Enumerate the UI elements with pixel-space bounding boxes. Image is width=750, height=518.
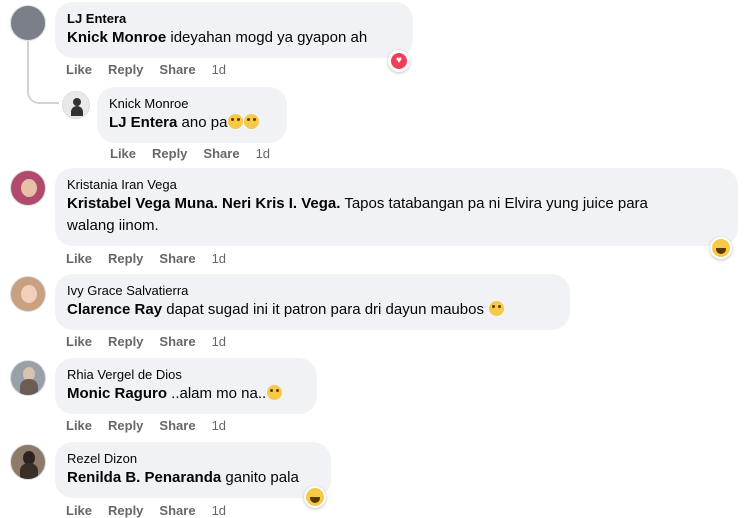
timestamp[interactable]: 1d	[212, 251, 226, 266]
mention-link[interactable]: Clarence Ray	[67, 301, 162, 318]
mention-link[interactable]: Renilda B. Penaranda	[67, 469, 221, 486]
like-button[interactable]: Like	[66, 251, 92, 266]
rofl-face-icon	[489, 301, 505, 316]
like-button[interactable]: Like	[66, 418, 92, 433]
timestamp[interactable]: 1d	[256, 146, 270, 161]
reply-button[interactable]: Reply	[108, 62, 143, 77]
comment-actions: Like Reply Share 1d	[66, 503, 226, 518]
share-button[interactable]: Share	[159, 251, 195, 266]
squinting-face-icon	[228, 114, 244, 129]
timestamp[interactable]: 1d	[212, 418, 226, 433]
timestamp[interactable]: 1d	[212, 62, 226, 77]
share-button[interactable]: Share	[159, 503, 195, 518]
like-button[interactable]: Like	[66, 334, 92, 349]
heart-icon[interactable]: ♥	[388, 50, 410, 72]
share-button[interactable]: Share	[203, 146, 239, 161]
like-button[interactable]: Like	[66, 62, 92, 77]
avatar[interactable]	[10, 276, 46, 312]
avatar[interactable]	[10, 5, 46, 41]
comment-text: Knick Monroe ideyahan mogd ya gyapon ah	[67, 29, 368, 46]
comment-text: Kristabel Vega Muna. Neri Kris I. Vega. …	[67, 195, 648, 212]
comment-author[interactable]: Knick Monroe	[109, 95, 275, 112]
reply-button[interactable]: Reply	[108, 503, 143, 518]
mention-link[interactable]: Knick Monroe	[67, 29, 166, 46]
share-button[interactable]: Share	[159, 418, 195, 433]
mention-link[interactable]: LJ Entera	[109, 114, 177, 131]
comment-author[interactable]: LJ Entera	[67, 10, 401, 27]
comment-bubble: Knick Monroe LJ Entera ano pa	[97, 87, 287, 143]
comment-actions: Like Reply Share 1d	[110, 146, 270, 161]
smirk-face-icon	[267, 385, 283, 400]
comment-bubble: LJ Entera Knick Monroe ideyahan mogd ya …	[55, 2, 413, 58]
comment-text: LJ Entera ano pa	[109, 112, 275, 134]
laugh-icon[interactable]	[304, 486, 326, 508]
reply-button[interactable]: Reply	[108, 251, 143, 266]
comment-bubble: Rezel Dizon Renilda B. Penaranda ganito …	[55, 442, 331, 498]
comment-actions: Like Reply Share 1d	[66, 251, 226, 266]
reply-button[interactable]: Reply	[108, 334, 143, 349]
person-icon	[73, 98, 81, 106]
comment-actions: Like Reply Share 1d	[66, 334, 226, 349]
reply-button[interactable]: Reply	[108, 418, 143, 433]
reply-thread-line	[27, 40, 59, 104]
share-button[interactable]: Share	[159, 62, 195, 77]
avatar[interactable]	[10, 360, 46, 396]
reply-button[interactable]: Reply	[152, 146, 187, 161]
avatar[interactable]	[62, 91, 90, 119]
comment-bubble: Ivy Grace Salvatierra Clarence Ray dapat…	[55, 274, 570, 330]
comment-author[interactable]: Rhia Vergel de Dios	[67, 366, 305, 383]
squinting-face-icon	[244, 114, 260, 129]
like-button[interactable]: Like	[66, 503, 92, 518]
comment-text: Clarence Ray dapat sugad ini it patron p…	[67, 299, 558, 321]
laugh-icon[interactable]	[710, 237, 732, 259]
comment-bubble: Kristania Iran Vega Kristabel Vega Muna.…	[55, 168, 738, 246]
comment-author[interactable]: Rezel Dizon	[67, 450, 319, 467]
comment-author[interactable]: Ivy Grace Salvatierra	[67, 282, 558, 299]
comment-actions: Like Reply Share 1d	[66, 418, 226, 433]
comment-bubble: Rhia Vergel de Dios Monic Raguro ..alam …	[55, 358, 317, 414]
avatar[interactable]	[10, 444, 46, 480]
comment-actions: Like Reply Share 1d	[66, 62, 226, 77]
comment-text-line2: walang iinom.	[67, 217, 159, 234]
comment-text: Monic Raguro ..alam mo na..	[67, 383, 305, 405]
mention-link[interactable]: Kristabel Vega Muna. Neri Kris I. Vega.	[67, 195, 340, 212]
timestamp[interactable]: 1d	[212, 503, 226, 518]
mention-link[interactable]: Monic Raguro	[67, 385, 167, 402]
share-button[interactable]: Share	[159, 334, 195, 349]
timestamp[interactable]: 1d	[212, 334, 226, 349]
avatar[interactable]	[10, 170, 46, 206]
comment-text: Renilda B. Penaranda ganito pala	[67, 469, 299, 486]
comment-author[interactable]: Kristania Iran Vega	[67, 176, 726, 193]
like-button[interactable]: Like	[110, 146, 136, 161]
